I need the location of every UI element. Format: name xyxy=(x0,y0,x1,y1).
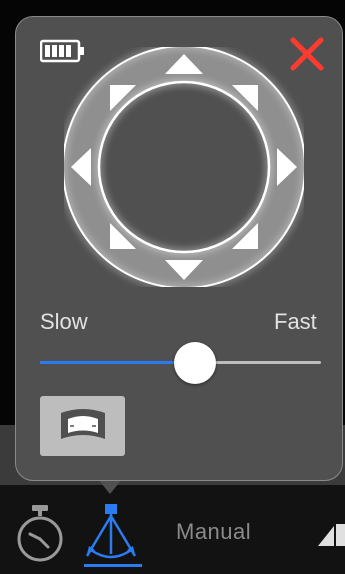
panorama-rotate-icon xyxy=(61,409,105,439)
slider-thumb[interactable] xyxy=(174,342,216,384)
directional-pad xyxy=(64,47,304,287)
pan-tilt-rig-icon[interactable] xyxy=(81,500,141,570)
speed-ramp-icon[interactable] xyxy=(316,520,345,548)
stopwatch-icon[interactable] xyxy=(14,503,66,565)
mode-label[interactable]: Manual xyxy=(176,519,251,545)
speed-slow-label: Slow xyxy=(40,309,88,334)
active-tab-indicator xyxy=(84,564,142,567)
panorama-mode-button[interactable] xyxy=(40,396,125,456)
speed-fast-label: Fast xyxy=(274,309,317,334)
slider-fill xyxy=(40,361,195,364)
speed-slider[interactable] xyxy=(40,341,321,385)
